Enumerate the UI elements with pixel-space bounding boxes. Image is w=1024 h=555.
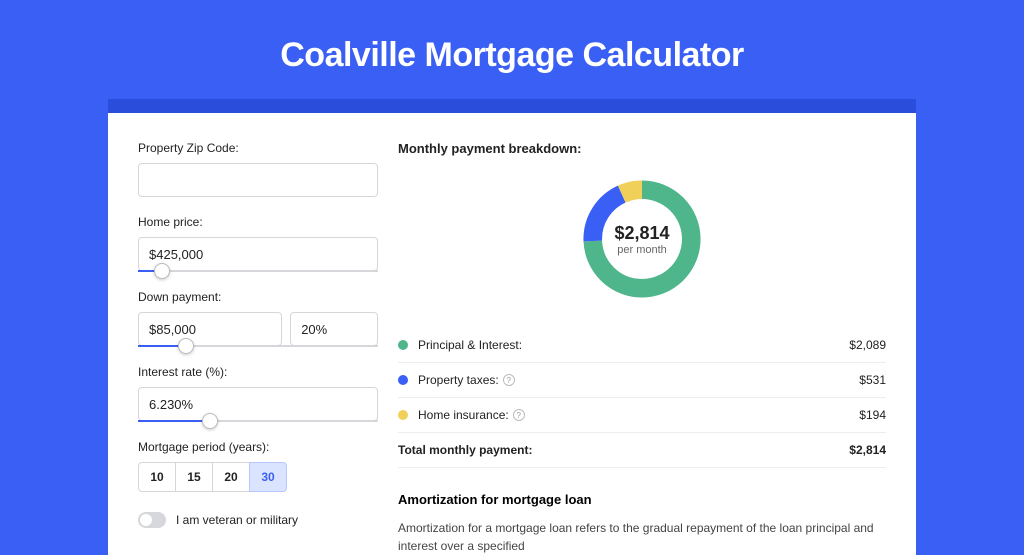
legend-total: Total monthly payment: $2,814: [398, 433, 886, 468]
donut-sub: per month: [617, 244, 667, 256]
veteran-row: I am veteran or military: [138, 512, 378, 528]
down-label: Down payment:: [138, 290, 378, 304]
veteran-toggle[interactable]: [138, 512, 166, 528]
dot-icon: [398, 375, 408, 385]
legend-taxes: Property taxes: ? $531: [398, 363, 886, 398]
amortization-section: Amortization for mortgage loan Amortizat…: [398, 492, 886, 555]
donut-chart: $2,814 per month: [577, 174, 707, 304]
legend-value: $531: [859, 373, 886, 387]
period-btn-30[interactable]: 30: [249, 462, 287, 492]
breakdown-title: Monthly payment breakdown:: [398, 141, 886, 156]
toggle-knob: [140, 514, 152, 526]
donut-chart-wrap: $2,814 per month: [398, 174, 886, 304]
legend-insurance: Home insurance: ? $194: [398, 398, 886, 433]
calculator-card: Property Zip Code: Home price: Down paym…: [108, 113, 916, 555]
legend-label: Principal & Interest:: [418, 338, 849, 352]
rate-slider[interactable]: [138, 420, 378, 422]
rate-input[interactable]: [138, 387, 378, 421]
period-field: Mortgage period (years): 10 15 20 30: [138, 440, 378, 492]
legend-label: Property taxes: ?: [418, 373, 859, 387]
down-field: Down payment:: [138, 290, 378, 347]
zip-input[interactable]: [138, 163, 378, 197]
down-percent-input[interactable]: [290, 312, 378, 346]
zip-field: Property Zip Code:: [138, 141, 378, 197]
form-panel: Property Zip Code: Home price: Down paym…: [138, 141, 378, 555]
price-field: Home price:: [138, 215, 378, 272]
page-title: Coalville Mortgage Calculator: [0, 0, 1024, 99]
legend-value: $194: [859, 408, 886, 422]
legend-principal: Principal & Interest: $2,089: [398, 328, 886, 363]
price-input[interactable]: [138, 237, 378, 271]
info-icon[interactable]: ?: [513, 409, 525, 421]
info-icon[interactable]: ?: [503, 374, 515, 386]
zip-label: Property Zip Code:: [138, 141, 378, 155]
down-slider[interactable]: [138, 345, 378, 347]
period-btn-15[interactable]: 15: [175, 462, 213, 492]
period-label: Mortgage period (years):: [138, 440, 378, 454]
dot-icon: [398, 410, 408, 420]
amort-text: Amortization for a mortgage loan refers …: [398, 519, 886, 555]
amort-title: Amortization for mortgage loan: [398, 492, 886, 507]
period-btn-10[interactable]: 10: [138, 462, 176, 492]
price-slider[interactable]: [138, 270, 378, 272]
legend-label: Home insurance: ?: [418, 408, 859, 422]
period-button-group: 10 15 20 30: [138, 462, 378, 492]
dot-icon: [398, 340, 408, 350]
period-btn-20[interactable]: 20: [212, 462, 250, 492]
donut-amount: $2,814: [614, 223, 669, 244]
total-value: $2,814: [849, 443, 886, 457]
veteran-label: I am veteran or military: [176, 513, 298, 527]
rate-field: Interest rate (%):: [138, 365, 378, 422]
breakdown-panel: Monthly payment breakdown: $2,814 per mo…: [398, 141, 886, 555]
rate-label: Interest rate (%):: [138, 365, 378, 379]
price-label: Home price:: [138, 215, 378, 229]
total-label: Total monthly payment:: [398, 443, 849, 457]
down-amount-input[interactable]: [138, 312, 282, 346]
legend-value: $2,089: [849, 338, 886, 352]
